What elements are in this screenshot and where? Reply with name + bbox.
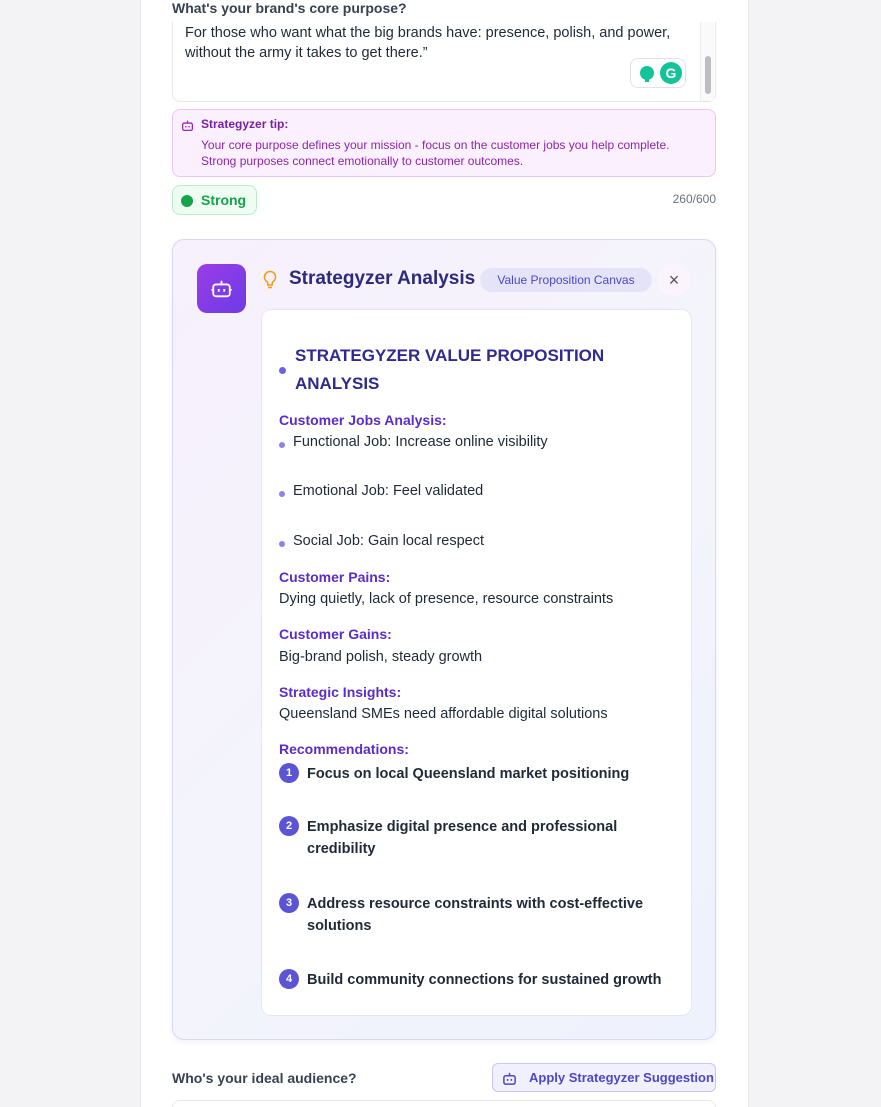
recommendation-text: Address resource constraints with cost-e… bbox=[307, 896, 644, 934]
bullet-icon bbox=[279, 491, 285, 497]
brand-purpose-text[interactable]: For those who want what the big brands h… bbox=[185, 23, 685, 63]
list-item-text: Social Job: Gain local respect bbox=[293, 533, 485, 549]
strength-badge: Strong bbox=[172, 185, 257, 215]
customer-pains-text: Dying quietly, lack of presence, resourc… bbox=[279, 591, 614, 607]
brand-purpose-label: What's your brand's core purpose? bbox=[172, 0, 407, 16]
recommendation-number: 3 bbox=[279, 893, 299, 913]
bullet-icon bbox=[279, 442, 285, 448]
strategyzer-analysis-panel: Strategyzer Analysis Value Proposition C… bbox=[172, 239, 716, 1040]
strategic-insights-label: Strategic Insights: bbox=[279, 684, 402, 700]
apply-suggestion-button[interactable]: Apply Strategyzer Suggestion bbox=[492, 1063, 716, 1092]
scrollbar-thumb[interactable] bbox=[705, 56, 711, 94]
analysis-title: Strategyzer Analysis bbox=[289, 268, 476, 289]
recommendation-number: 2 bbox=[279, 816, 299, 836]
audience-label: Who's your ideal audience? bbox=[172, 1070, 357, 1086]
strength-label: Strong bbox=[201, 192, 247, 208]
textarea-scrollbar[interactable] bbox=[700, 22, 714, 101]
apply-suggestion-label[interactable]: Apply Strategyzer Suggestion bbox=[529, 1070, 714, 1085]
strategyzer-tip: Strategyzer tip: Your core purpose defin… bbox=[172, 109, 716, 177]
recommendations-label: Recommendations: bbox=[279, 741, 409, 757]
recommendation-number: 1 bbox=[279, 763, 299, 783]
robot-icon bbox=[181, 120, 194, 132]
analysis-heading: STRATEGYZER VALUE PROPOSITION ANALYSIS bbox=[295, 346, 605, 393]
recommendation-text: Build community connections for sustaine… bbox=[307, 972, 662, 988]
customer-jobs-label: Customer Jobs Analysis: bbox=[279, 412, 447, 428]
recommendation-text: Focus on local Queensland market positio… bbox=[307, 766, 630, 782]
audience-input[interactable] bbox=[172, 1100, 716, 1107]
heading-bullet-icon bbox=[279, 367, 286, 374]
close-button[interactable]: × bbox=[658, 264, 690, 296]
grammarly-widget[interactable]: G bbox=[630, 58, 686, 88]
customer-gains-label: Customer Gains: bbox=[279, 626, 392, 642]
list-item-text: Functional Job: Increase online visibili… bbox=[293, 434, 548, 450]
brand-purpose-textarea[interactable]: For those who want what the big brands h… bbox=[172, 22, 716, 102]
bot-avatar bbox=[197, 264, 246, 313]
recommendation-text: Emphasize digital presence and professio… bbox=[307, 819, 618, 857]
status-dot-icon bbox=[181, 195, 193, 207]
lightbulb-icon bbox=[263, 270, 277, 289]
customer-gains-text: Big-brand polish, steady growth bbox=[279, 649, 483, 665]
bullet-icon bbox=[279, 541, 285, 547]
close-icon[interactable]: × bbox=[669, 270, 680, 290]
strategic-insights-text: Queensland SMEs need affordable digital … bbox=[279, 706, 608, 722]
analysis-content: STRATEGYZER VALUE PROPOSITION ANALYSIS C… bbox=[261, 309, 692, 1016]
canvas-type-badge: Value Proposition Canvas bbox=[480, 268, 652, 292]
character-counter: 260/600 bbox=[672, 192, 716, 206]
recommendation-number: 4 bbox=[279, 969, 299, 989]
robot-icon bbox=[211, 280, 232, 298]
grammarly-bulb-icon[interactable] bbox=[640, 66, 654, 82]
robot-icon[interactable] bbox=[502, 1071, 517, 1086]
list-item-text: Emotional Job: Feel validated bbox=[293, 483, 484, 499]
tip-body: Your core purpose defines your mission -… bbox=[201, 138, 670, 168]
grammarly-logo-icon[interactable]: G bbox=[660, 62, 682, 84]
tip-title: Strategyzer tip: bbox=[201, 117, 289, 131]
customer-pains-label: Customer Pains: bbox=[279, 569, 391, 585]
